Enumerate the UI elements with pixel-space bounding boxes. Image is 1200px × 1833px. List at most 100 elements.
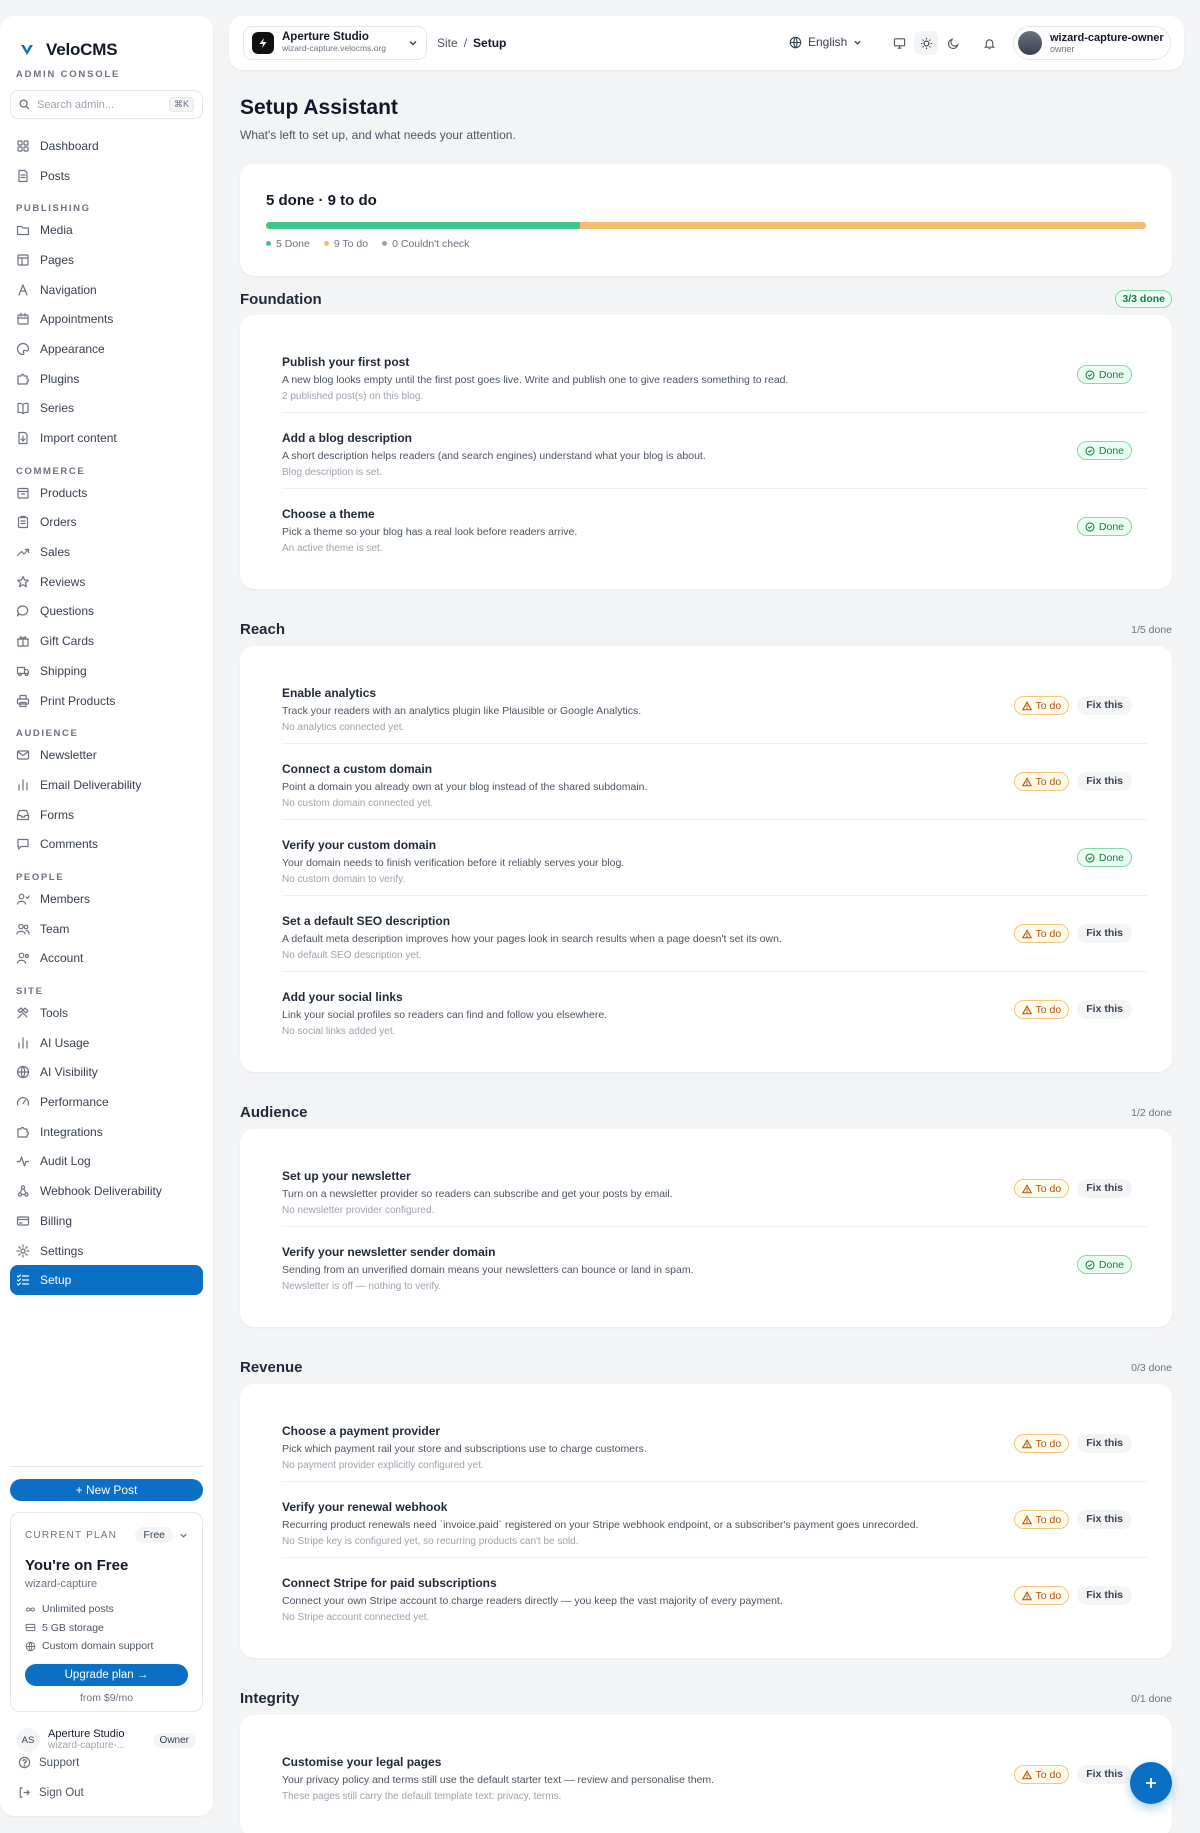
warning-icon: [1021, 700, 1032, 710]
gauge-icon: [16, 1097, 30, 1106]
sidebar-item-orders[interactable]: Orders: [10, 508, 203, 538]
status-badge: Done: [1076, 848, 1132, 867]
warning-icon: [1021, 928, 1032, 938]
task-status-note: Newsletter is off — nothing to verify.: [282, 1281, 442, 1292]
sign-out-icon: [19, 1787, 30, 1798]
status-label: Done: [1098, 851, 1124, 864]
fix-this-button[interactable]: Fix this: [1077, 696, 1132, 715]
fix-this-button[interactable]: Fix this: [1077, 1510, 1132, 1529]
sidebar-item-pages[interactable]: Pages: [10, 245, 203, 275]
org-switcher[interactable]: AS Aperture Studio wizard-capture-... Ow…: [16, 1728, 196, 1752]
sidebar-item-ai-usage[interactable]: AI Usage: [10, 1028, 203, 1058]
sidebar-item-import-content[interactable]: Import content: [10, 423, 203, 453]
sidebar-item-ai-visibility[interactable]: AI Visibility: [10, 1058, 203, 1088]
sidebar-item-email-deliverability[interactable]: Email Deliverability: [10, 770, 203, 800]
plan-switcher[interactable]: Free: [135, 1527, 188, 1543]
check-circle-icon: [1085, 1259, 1095, 1270]
breadcrumb: Site / Setup: [437, 36, 506, 50]
fix-this-button[interactable]: Fix this: [1077, 772, 1132, 791]
sidebar-item-billing[interactable]: Billing: [10, 1206, 203, 1236]
velocms-logo-icon: [21, 45, 33, 55]
sidebar-item-tools[interactable]: Tools: [10, 998, 203, 1028]
sidebar-item-sales[interactable]: Sales: [10, 537, 203, 567]
sidebar-item-navigation[interactable]: Navigation: [10, 275, 203, 305]
sidebar-item-performance[interactable]: Performance: [10, 1087, 203, 1117]
status-badge: To do: [1013, 1000, 1070, 1019]
dark-theme-button[interactable]: [941, 31, 965, 55]
warning-icon: [1021, 776, 1032, 786]
sidebar-item-print-products[interactable]: Print Products: [10, 686, 203, 716]
task-row: Publish your first post A new blog looks …: [282, 337, 1148, 413]
sidebar-item-setup[interactable]: Setup: [10, 1265, 203, 1296]
plan-feature: 5 GB storage: [25, 1619, 188, 1638]
logo[interactable]: VeloCMS: [20, 40, 118, 60]
task-actions: To do Fix this: [1013, 696, 1132, 715]
sidebar-item-shipping[interactable]: Shipping: [10, 656, 203, 686]
sidebar-item-series[interactable]: Series: [10, 394, 203, 424]
sidebar-item-webhook-deliverability[interactable]: Webhook Deliverability: [10, 1176, 203, 1206]
fix-this-button[interactable]: Fix this: [1077, 1179, 1132, 1198]
section-title: Integrity: [240, 1690, 300, 1707]
fix-this-button[interactable]: Fix this: [1077, 1000, 1132, 1019]
warning-icon: [1021, 1438, 1032, 1448]
palette-icon: [16, 342, 30, 356]
globe-icon: [789, 36, 802, 49]
breadcrumb-site[interactable]: Site: [437, 36, 458, 50]
webhook-icon: [17, 1185, 29, 1197]
floating-add-button[interactable]: [1130, 1762, 1172, 1804]
sidebar-item-media[interactable]: Media: [10, 215, 203, 245]
sidebar-item-newsletter[interactable]: Newsletter: [10, 740, 203, 770]
support-link[interactable]: Support: [18, 1756, 79, 1769]
section-progress-count: 1/5 done: [1131, 623, 1172, 636]
fix-this-button[interactable]: Fix this: [1077, 1765, 1132, 1784]
section-progress-count: 1/2 done: [1131, 1106, 1172, 1119]
language-selector[interactable]: English: [789, 35, 862, 49]
notifications-button[interactable]: [977, 31, 1001, 55]
sidebar-item-account[interactable]: Account: [10, 944, 203, 974]
sidebar-item-dashboard[interactable]: Dashboard: [10, 131, 203, 161]
sidebar-item-forms[interactable]: Forms: [10, 800, 203, 830]
sidebar-item-label: Account: [40, 951, 84, 966]
legend-label: 9 To do: [333, 238, 369, 250]
sidebar-item-posts[interactable]: Posts: [10, 161, 203, 191]
sidebar-item-members[interactable]: Members: [10, 884, 203, 914]
sidebar-item-products[interactable]: Products: [10, 478, 203, 508]
plan-feature-text: Unlimited posts: [42, 1603, 114, 1616]
check-circle-icon: [1085, 852, 1095, 863]
fix-this-button[interactable]: Fix this: [1077, 1586, 1132, 1605]
task-row: Customise your legal pages Your privacy p…: [282, 1737, 1148, 1813]
breadcrumb-current: Setup: [473, 36, 507, 50]
upgrade-plan-button[interactable]: Upgrade plan →: [25, 1663, 188, 1686]
org-avatar: AS: [16, 1728, 40, 1752]
section-card-reach: Enable analytics Track your readers with …: [240, 646, 1172, 1072]
user-menu[interactable]: wizard-capture-owner owner: [1013, 26, 1171, 60]
light-theme-button[interactable]: [914, 31, 938, 55]
system-theme-button[interactable]: [887, 31, 911, 55]
fix-this-button[interactable]: Fix this: [1077, 924, 1132, 943]
sidebar-item-appointments[interactable]: Appointments: [10, 304, 203, 334]
sidebar-item-label: Members: [40, 891, 91, 906]
nav-section-heading: SITE: [16, 986, 44, 998]
warning-icon: [1021, 1514, 1032, 1524]
sidebar-item-questions[interactable]: Questions: [10, 597, 203, 627]
sidebar-item-reviews[interactable]: Reviews: [10, 567, 203, 597]
task-status-note: 2 published post(s) on this blog.: [282, 391, 424, 402]
fix-this-button[interactable]: Fix this: [1077, 1434, 1132, 1453]
sidebar-item-team[interactable]: Team: [10, 914, 203, 944]
task-description: A short description helps readers (and s…: [282, 450, 706, 462]
search-input[interactable]: Search admin... ⌘K: [10, 90, 203, 119]
sidebar-item-plugins[interactable]: Plugins: [10, 364, 203, 394]
sidebar-item-settings[interactable]: Settings: [10, 1236, 203, 1266]
sidebar-item-integrations[interactable]: Integrations: [10, 1117, 203, 1147]
infinity-icon: [26, 1607, 35, 1612]
sidebar-item-comments[interactable]: Comments: [10, 829, 203, 859]
sign-out-link[interactable]: Sign Out: [18, 1786, 84, 1799]
sidebar-item-audit-log[interactable]: Audit Log: [10, 1147, 203, 1177]
new-post-button[interactable]: + New Post: [10, 1479, 203, 1501]
sidebar-item-gift-cards[interactable]: Gift Cards: [10, 626, 203, 656]
check-circle-icon: [1085, 369, 1095, 380]
sidebar-item-appearance[interactable]: Appearance: [10, 334, 203, 364]
workspace-switcher[interactable]: Aperture Studio wizard-capture.velocms.o…: [243, 26, 427, 60]
calendar-icon: [17, 313, 29, 325]
posts-icon: [18, 169, 28, 182]
